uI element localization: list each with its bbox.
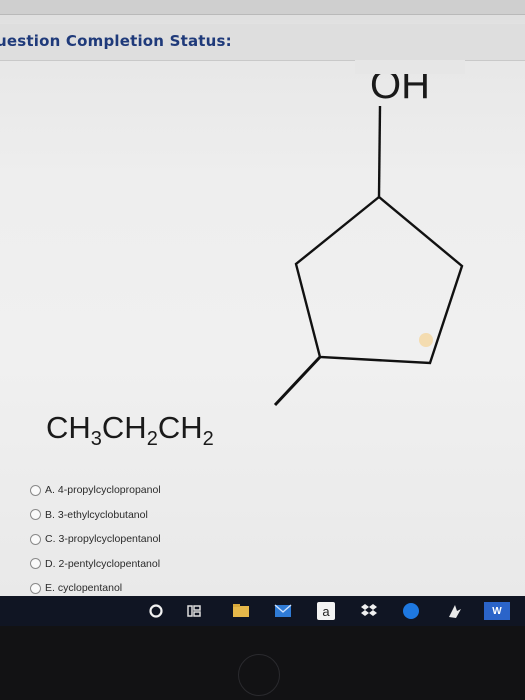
amazon-letter: a bbox=[317, 602, 335, 620]
propyl-bond bbox=[273, 355, 322, 407]
screen: uestion Completion Status: OH CH3CH2CH2 … bbox=[0, 0, 525, 596]
question-completion-status-label: uestion Completion Status: bbox=[0, 32, 232, 50]
option-b-radio[interactable] bbox=[30, 509, 41, 521]
oh-bond bbox=[377, 105, 382, 198]
option-d-text: D. 2-pentylcyclopentanol bbox=[45, 557, 161, 570]
option-c-text: C. 3-propylcyclopentanol bbox=[45, 533, 161, 546]
oh-cutoff bbox=[355, 60, 465, 74]
dropbox-icon[interactable] bbox=[356, 598, 382, 624]
edge-icon[interactable] bbox=[398, 598, 424, 624]
propyl-substituent: CH3CH2CH2 bbox=[46, 410, 214, 451]
word-icon[interactable]: W bbox=[482, 598, 512, 624]
substituent-ch-1: CH bbox=[46, 410, 91, 445]
substituent-ch-2: CH bbox=[101, 410, 147, 445]
option-d[interactable]: D. 2-pentylcyclopentanol bbox=[30, 552, 161, 577]
amazon-icon[interactable]: a bbox=[313, 598, 339, 624]
option-e-text: E. cyclopentanol bbox=[45, 582, 123, 595]
answer-options: A. 4-propylcyclopropanol B. 3-ethylcyclobu… bbox=[30, 478, 161, 596]
option-d-radio[interactable] bbox=[30, 558, 41, 570]
cortana-icon[interactable] bbox=[143, 598, 169, 624]
task-view-icon[interactable] bbox=[181, 598, 207, 624]
option-e[interactable]: E. cyclopentanol bbox=[30, 576, 161, 596]
substituent-sub-3: 3 bbox=[90, 428, 102, 450]
mail-icon[interactable] bbox=[270, 598, 296, 624]
option-b-text: B. 3-ethylcyclobutanol bbox=[45, 508, 148, 521]
glare-spot bbox=[419, 333, 433, 347]
app-icon[interactable] bbox=[442, 598, 468, 624]
substituent-ch-3: CH bbox=[157, 410, 203, 445]
option-c[interactable]: C. 3-propylcyclopentanol bbox=[30, 527, 161, 552]
substituent-sub-2b: 2 bbox=[202, 428, 214, 450]
substituent-sub-2a: 2 bbox=[146, 428, 158, 450]
hp-logo-icon bbox=[238, 654, 280, 696]
file-explorer-icon[interactable] bbox=[228, 598, 254, 624]
windows-taskbar: a W bbox=[0, 596, 525, 626]
option-e-radio[interactable] bbox=[30, 582, 41, 594]
option-a-radio[interactable] bbox=[30, 484, 41, 496]
cyclopentane-ring bbox=[294, 195, 464, 365]
option-b[interactable]: B. 3-ethylcyclobutanol bbox=[30, 503, 161, 528]
top-strip bbox=[0, 0, 525, 15]
word-letter: W bbox=[484, 602, 510, 620]
option-c-radio[interactable] bbox=[30, 533, 41, 545]
option-a-text: A. 4-propylcyclopropanol bbox=[45, 484, 161, 497]
option-a[interactable]: A. 4-propylcyclopropanol bbox=[30, 478, 161, 503]
